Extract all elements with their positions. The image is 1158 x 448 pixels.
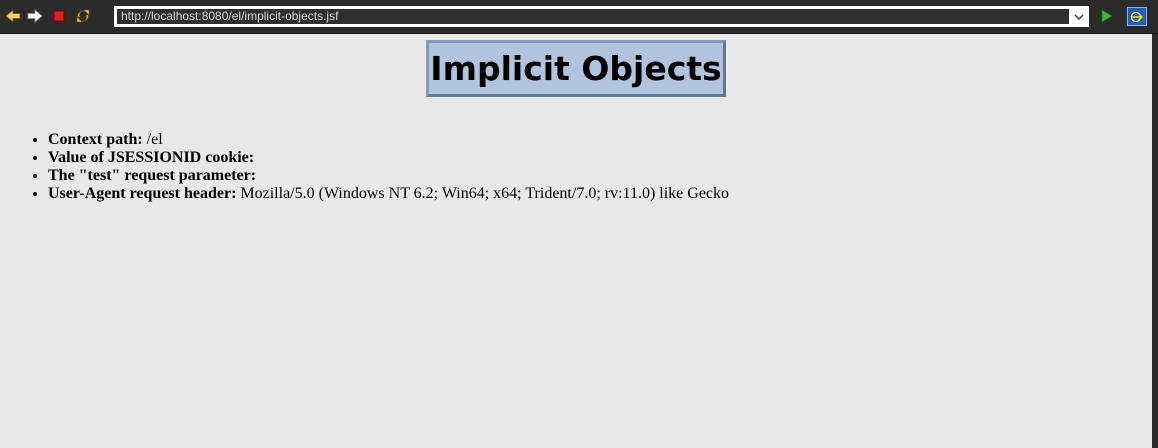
item-label: The "test" request parameter: (48, 167, 257, 184)
page-title-box: Implicit Objects (426, 40, 726, 97)
url-input[interactable] (117, 9, 1069, 24)
implicit-objects-list: Context path: /el Value of JSESSIONID co… (32, 131, 729, 203)
address-bar (114, 6, 1089, 27)
list-item: The "test" request parameter: (48, 167, 729, 185)
item-label: Context path: (48, 131, 143, 148)
list-item: User-Agent request header: Mozilla/5.0 (… (48, 185, 729, 203)
list-item: Context path: /el (48, 131, 729, 149)
page-title: Implicit Objects (430, 49, 722, 88)
back-arrow-icon[interactable] (5, 8, 21, 24)
item-value: Mozilla/5.0 (Windows NT 6.2; Win64; x64;… (240, 185, 730, 202)
chevron-down-icon[interactable] (1070, 7, 1088, 26)
stop-icon[interactable] (51, 8, 67, 24)
item-label: Value of JSESSIONID cookie: (48, 149, 255, 166)
external-browser-icon[interactable] (1127, 7, 1147, 26)
refresh-icon[interactable] (75, 8, 91, 24)
play-icon[interactable] (1099, 9, 1113, 23)
item-label: User-Agent request header: (48, 185, 237, 202)
forward-arrow-icon[interactable] (27, 8, 43, 24)
item-value: /el (146, 131, 163, 148)
window-edge (1152, 34, 1158, 448)
browser-toolbar (0, 0, 1158, 34)
list-item: Value of JSESSIONID cookie: (48, 149, 729, 167)
